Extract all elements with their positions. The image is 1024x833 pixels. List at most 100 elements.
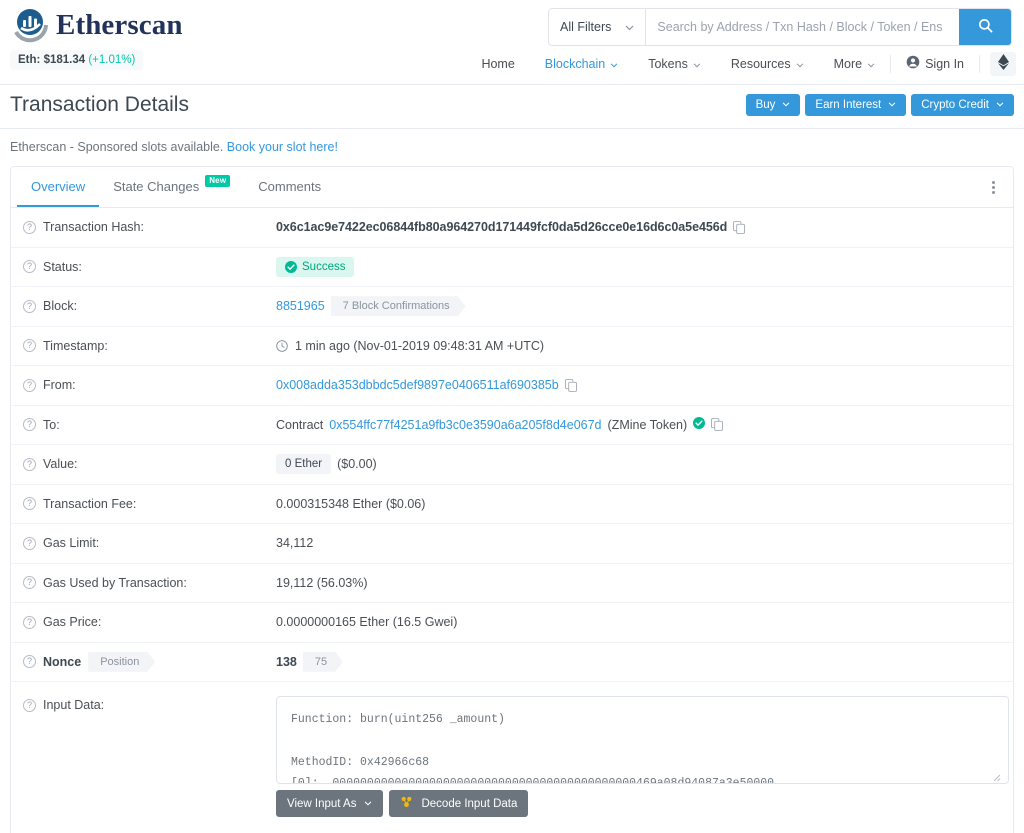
input-data-label: Input Data:	[43, 698, 105, 712]
help-icon[interactable]: ?	[23, 457, 36, 471]
nonce-value-cell: 138 75	[276, 652, 343, 672]
help-icon[interactable]: ?	[23, 378, 36, 392]
help-icon[interactable]: ?	[23, 536, 36, 550]
to-label-cell: ? To:	[23, 418, 276, 432]
search-bar: All Filters	[548, 8, 1012, 46]
copy-icon[interactable]	[711, 418, 724, 432]
view-input-as-button[interactable]: View Input As	[276, 790, 384, 817]
all-filters-dropdown[interactable]: All Filters	[549, 9, 647, 45]
sponsor-banner: Etherscan - Sponsored slots available. B…	[0, 129, 1024, 166]
search-button[interactable]	[959, 9, 1011, 45]
search-icon	[978, 18, 993, 36]
row-value: ? Value: 0 Ether ($0.00)	[11, 445, 1013, 485]
block-number-link[interactable]: 8851965	[276, 299, 325, 313]
help-icon[interactable]: ?	[23, 655, 36, 669]
more-options-icon[interactable]	[981, 175, 1005, 199]
copy-icon[interactable]	[733, 220, 746, 234]
sign-in-button[interactable]: Sign In	[891, 50, 979, 77]
nav-label-home: Home	[481, 56, 515, 71]
gas-used-value-cell: 19,112 (56.03%)	[276, 576, 368, 590]
buy-label: Buy	[755, 99, 776, 111]
tab-overview[interactable]: Overview	[17, 167, 100, 207]
user-icon	[906, 55, 920, 72]
to-address-link[interactable]: 0x554ffc77f4251a9fb3c0e3590a6a205f8d4e06…	[329, 418, 601, 432]
tab-comments[interactable]: Comments	[244, 167, 335, 207]
position-label-badge: Position	[88, 652, 155, 672]
input-data-textarea[interactable]: Function: burn(uint256 _amount) MethodID…	[276, 696, 1009, 784]
row-timestamp: ? Timestamp: 1 min ago (Nov-01-2019 09:4…	[11, 327, 1013, 366]
from-label: From:	[43, 378, 76, 393]
eth-price-label: Eth:	[18, 54, 41, 66]
row-gas-price: ? Gas Price: 0.0000000165 Ether (16.5 Gw…	[11, 603, 1013, 643]
nav-divider	[979, 54, 980, 73]
timestamp-value-cell: 1 min ago (Nov-01-2019 09:48:31 AM +UTC)	[276, 339, 544, 353]
tab-bar: Overview State Changes New Comments	[11, 167, 1013, 208]
nav-item-resources[interactable]: Resources	[716, 52, 819, 76]
help-icon[interactable]: ?	[23, 497, 36, 511]
all-filters-label: All Filters	[560, 20, 612, 34]
help-icon[interactable]: ?	[23, 418, 36, 432]
from-address-link[interactable]: 0x008adda353dbbdc5def9897e0406511af69038…	[276, 378, 559, 392]
chevron-down-icon	[867, 57, 875, 71]
block-label: Block:	[43, 299, 78, 314]
input-data-value-cell: Function: burn(uint256 _amount) MethodID…	[276, 696, 1009, 817]
transaction-hash-label-cell: ? Transaction Hash:	[23, 220, 276, 234]
gas-price-value: 0.0000000165 Ether (16.5 Gwei)	[276, 615, 458, 630]
help-icon[interactable]: ?	[23, 576, 36, 590]
chevron-down-icon	[625, 20, 634, 34]
clock-icon	[276, 339, 288, 352]
status-label-cell: ? Status:	[23, 260, 276, 274]
nav-label-more: More	[833, 56, 863, 71]
row-gas-used: ? Gas Used by Transaction: 19,112 (56.03…	[11, 564, 1013, 603]
nav-label-tokens: Tokens	[648, 56, 688, 71]
input-data-label-cell: ? Input Data:	[23, 696, 276, 712]
transaction-hash-value-cell: 0x6c1ac9e7422ec06844fb80a964270d171449fc…	[276, 220, 746, 235]
row-input-data: ? Input Data: Function: burn(uint256 _am…	[11, 682, 1013, 817]
nav-label-blockchain: Blockchain	[544, 56, 606, 71]
gas-price-label: Gas Price:	[43, 615, 102, 630]
search-input[interactable]	[646, 9, 959, 45]
decode-input-data-button[interactable]: Decode Input Data	[389, 790, 529, 817]
crypto-credit-button[interactable]: Crypto Credit	[911, 94, 1014, 116]
help-icon[interactable]: ?	[23, 220, 36, 234]
buy-button[interactable]: Buy	[745, 94, 801, 116]
transaction-fee-label: Transaction Fee:	[43, 496, 137, 511]
nav-item-tokens[interactable]: Tokens	[633, 52, 716, 76]
main-navigation: Home Blockchain Tokens Resources More Si…	[466, 50, 1016, 77]
row-transaction-fee: ? Transaction Fee: 0.000315348 Ether ($0…	[11, 485, 1013, 524]
nav-item-home[interactable]: Home	[466, 52, 529, 76]
brand-name: Etherscan	[56, 8, 183, 41]
help-icon[interactable]: ?	[23, 299, 36, 313]
page-title-bar: Transaction Details Buy Earn Interest Cr…	[0, 85, 1024, 129]
gas-limit-label-cell: ? Gas Limit:	[23, 536, 276, 550]
view-input-as-label: View Input As	[287, 797, 357, 810]
help-icon[interactable]: ?	[23, 615, 36, 629]
help-icon[interactable]: ?	[23, 339, 36, 353]
transaction-hash-label: Transaction Hash:	[43, 220, 144, 235]
transaction-hash-value: 0x6c1ac9e7422ec06844fb80a964270d171449fc…	[276, 220, 728, 235]
etherscan-logo-icon	[12, 6, 50, 44]
help-icon[interactable]: ?	[23, 698, 36, 712]
tab-state-changes[interactable]: State Changes New	[99, 167, 244, 207]
sign-in-label: Sign In	[925, 56, 964, 71]
nav-item-more[interactable]: More	[819, 52, 890, 76]
etherscan-logo[interactable]: Etherscan	[12, 6, 183, 44]
gas-price-label-cell: ? Gas Price:	[23, 615, 276, 629]
chevron-down-icon	[610, 57, 618, 71]
ethereum-network-button[interactable]	[990, 51, 1016, 76]
earn-interest-button[interactable]: Earn Interest	[805, 94, 907, 116]
crypto-credit-label: Crypto Credit	[921, 99, 989, 111]
timestamp-value: 1 min ago (Nov-01-2019 09:48:31 AM +UTC)	[295, 338, 545, 353]
row-block: ? Block: 8851965 7 Block Confirmations	[11, 287, 1013, 327]
copy-icon[interactable]	[564, 378, 577, 392]
help-icon[interactable]: ?	[23, 260, 36, 274]
nav-label-resources: Resources	[730, 56, 791, 71]
from-label-cell: ? From:	[23, 378, 276, 392]
nav-item-blockchain[interactable]: Blockchain	[530, 52, 633, 76]
check-circle-icon	[285, 260, 297, 273]
page-action-buttons: Buy Earn Interest Crypto Credit	[745, 94, 1014, 116]
row-transaction-hash: ? Transaction Hash: 0x6c1ac9e7422ec06844…	[11, 208, 1013, 248]
sponsor-link[interactable]: Book your slot here!	[227, 140, 338, 154]
resize-grip-icon[interactable]	[992, 770, 1002, 782]
transaction-fee-value: 0.000315348 Ether ($0.06)	[276, 496, 426, 511]
